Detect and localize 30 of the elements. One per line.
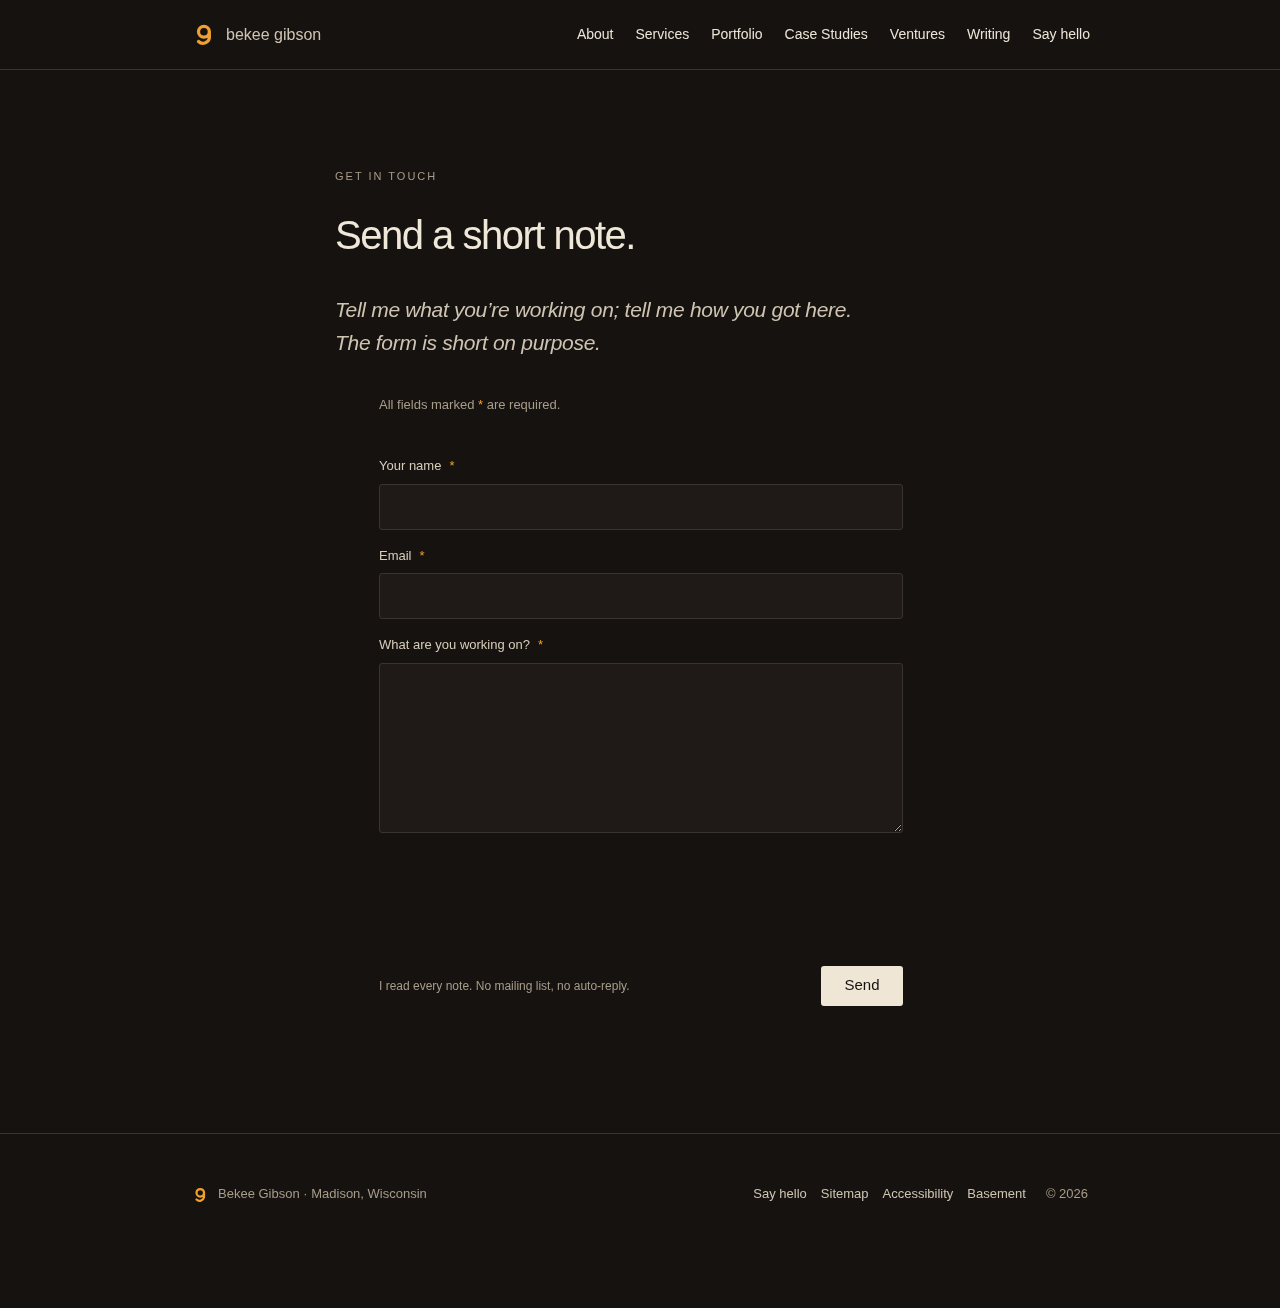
text-field[interactable] (379, 483, 903, 530)
text-field[interactable] (379, 573, 903, 619)
nav-link[interactable]: Case Studies (784, 24, 868, 45)
footer-link[interactable]: Say hello (753, 1184, 807, 1204)
required-asterisk: * (538, 636, 544, 654)
message-field[interactable] (379, 662, 903, 833)
footer-link[interactable]: Sitemap (820, 1184, 869, 1204)
field-label: What are you working on? (379, 636, 531, 654)
intro-text: Tell me what you’re working on; tell me how you got here. (335, 296, 853, 323)
required-asterisk: * (449, 457, 455, 475)
field-label: Your name (379, 457, 442, 475)
required-asterisk: * (419, 546, 425, 565)
nav-link[interactable]: Portfolio (711, 24, 763, 45)
copyright-text: © 2026 (1045, 1185, 1088, 1204)
required-note: All fields marked * are required. (379, 395, 562, 414)
nav-link[interactable]: Ventures (889, 24, 946, 45)
nav-link[interactable]: About (576, 24, 614, 45)
footer-credit: Bekee Gibson · Madison, Wisconsin (218, 1185, 427, 1204)
footer-link[interactable]: Accessibility (882, 1184, 954, 1204)
field-label: Email (379, 546, 412, 565)
site-name[interactable]: bekee gibson (226, 22, 322, 47)
intro-text: The form is short on purpose. (335, 329, 602, 356)
send-button[interactable]: Send (821, 965, 903, 1006)
nav-link[interactable]: Say hello (1032, 24, 1090, 45)
footer-link[interactable]: Basement (967, 1184, 1026, 1204)
nav-link[interactable]: Services (635, 24, 690, 45)
eyebrow-label: GET IN TOUCH (335, 169, 439, 184)
nav-link[interactable]: Writing (967, 24, 1011, 45)
page-title: Send a short note. (335, 211, 636, 259)
form-footnote: I read every note. No mailing list, no auto-reply. (379, 977, 630, 995)
